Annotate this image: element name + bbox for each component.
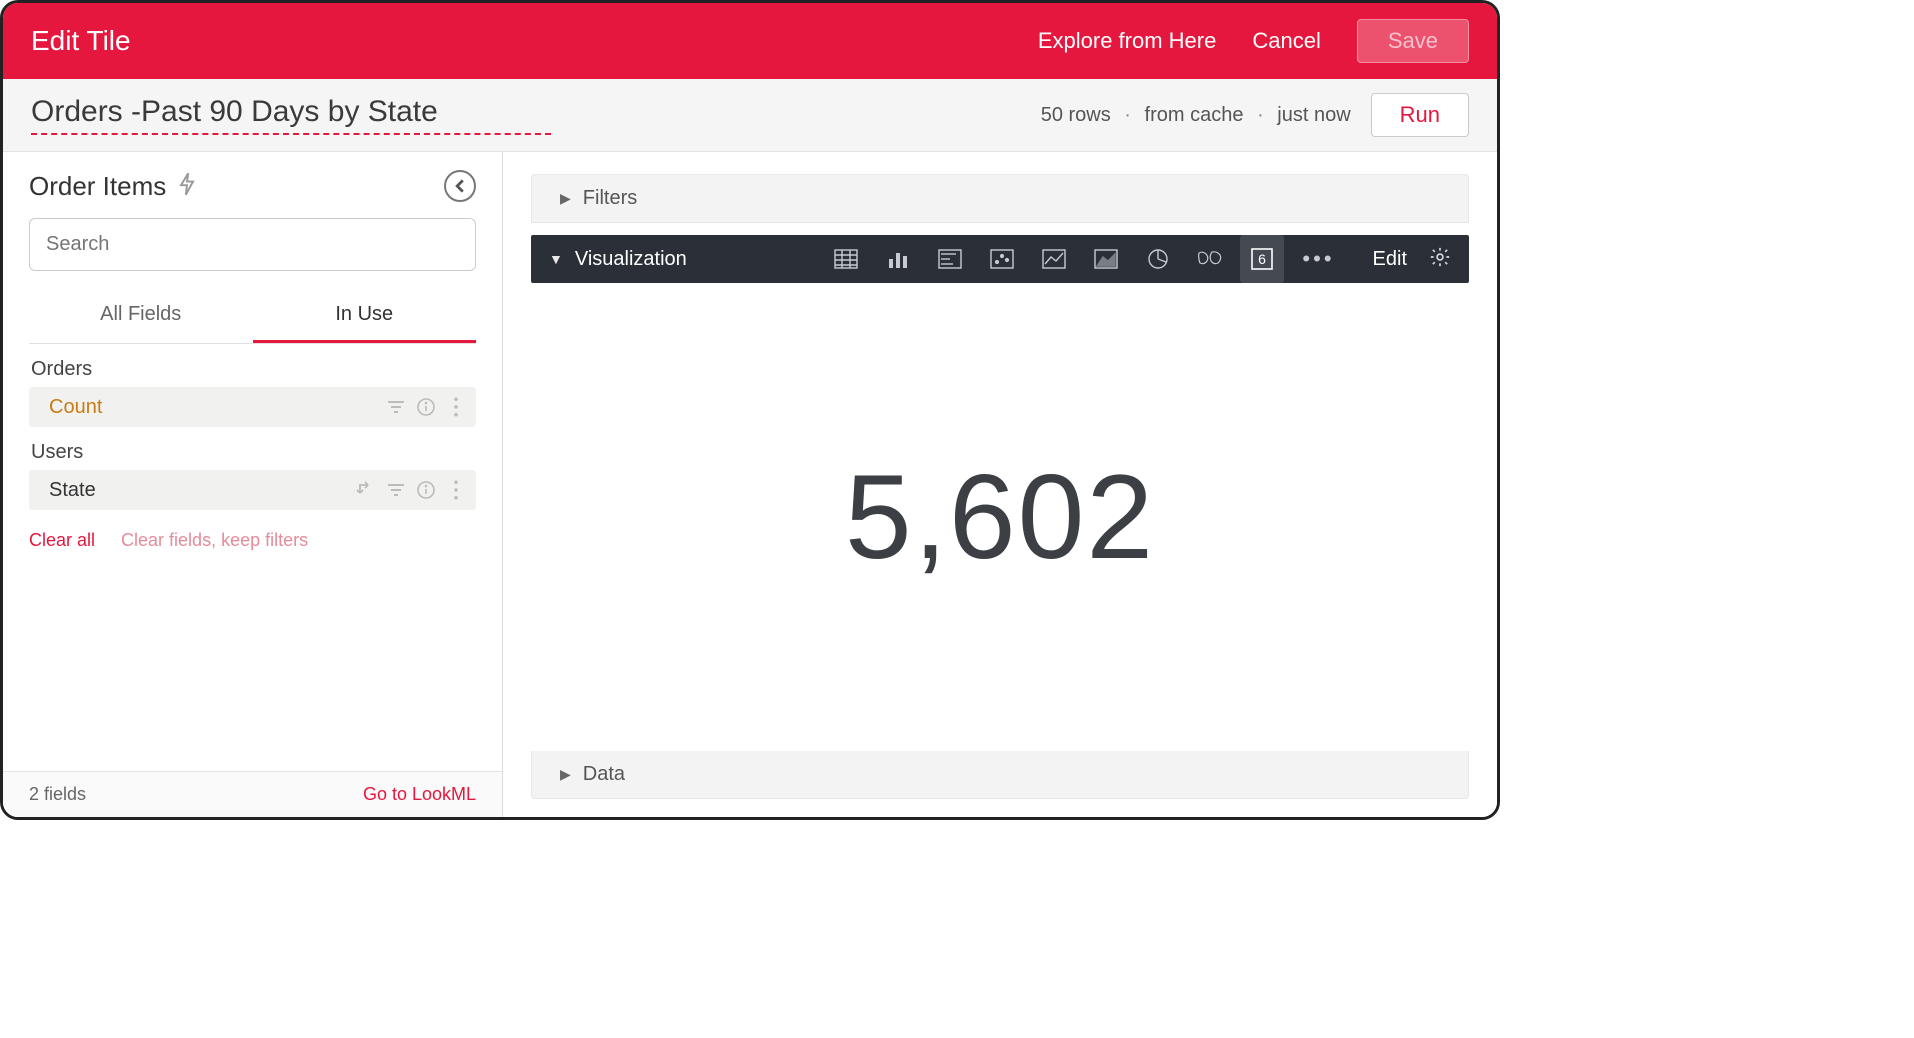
field-row[interactable]: State	[29, 470, 476, 510]
tile-editor: Edit Tile Explore from Here Cancel Save …	[0, 0, 1500, 820]
cancel-button[interactable]: Cancel	[1252, 28, 1320, 54]
field-count: 2 fields	[29, 784, 86, 805]
viz-type-area-icon[interactable]	[1084, 235, 1128, 283]
pivot-icon[interactable]	[352, 476, 380, 504]
top-bar: Edit Tile Explore from Here Cancel Save	[3, 3, 1497, 79]
visualization-canvas: 5,602	[531, 283, 1469, 751]
viz-type-more-icon[interactable]: •••	[1292, 246, 1344, 272]
tile-name-input[interactable]: Orders -Past 90 Days by State	[31, 95, 551, 135]
save-button[interactable]: Save	[1357, 19, 1469, 63]
viz-type-column-icon[interactable]	[876, 235, 920, 283]
data-label: Data	[583, 763, 625, 786]
viz-type-map-icon[interactable]	[1188, 235, 1232, 283]
tile-header: Orders -Past 90 Days by State 50 rows · …	[3, 79, 1497, 152]
explore-name: Order Items	[29, 171, 166, 202]
visualization-label[interactable]: Visualization	[575, 248, 687, 271]
field-row[interactable]: Count	[29, 387, 476, 427]
caret-right-icon: ▶	[560, 190, 571, 207]
info-icon[interactable]	[412, 476, 440, 504]
row-count: 50 rows	[1041, 104, 1111, 126]
query-status: 50 rows · from cache · just now	[1041, 104, 1351, 127]
page-title: Edit Tile	[31, 25, 131, 57]
viz-settings-icon[interactable]	[1429, 246, 1451, 273]
tab-all-fields[interactable]: All Fields	[29, 293, 253, 343]
single-value: 5,602	[845, 448, 1155, 586]
viz-type-single-value-icon[interactable]: 6	[1240, 235, 1284, 283]
sidebar-footer: 2 fields Go to LookML	[3, 771, 502, 817]
field-group-label: Orders	[31, 358, 476, 381]
run-button[interactable]: Run	[1371, 93, 1469, 137]
field-search-input[interactable]	[29, 218, 476, 271]
caret-right-icon: ▶	[560, 766, 571, 783]
more-icon[interactable]	[442, 393, 470, 421]
field-name: State	[49, 479, 350, 502]
collapse-sidebar-button[interactable]	[444, 170, 476, 202]
caret-down-icon: ▼	[549, 251, 563, 267]
viz-type-pie-icon[interactable]	[1136, 235, 1180, 283]
viz-type-bar-icon[interactable]	[928, 235, 972, 283]
viz-type-table-icon[interactable]	[824, 235, 868, 283]
info-icon[interactable]	[412, 393, 440, 421]
tab-in-use[interactable]: In Use	[253, 293, 477, 343]
viz-type-line-icon[interactable]	[1032, 235, 1076, 283]
viz-type-scatter-icon[interactable]	[980, 235, 1024, 283]
clear-all-link[interactable]: Clear all	[29, 530, 95, 551]
quick-start-icon[interactable]	[178, 172, 196, 201]
viz-edit-button[interactable]: Edit	[1373, 248, 1407, 271]
filter-icon[interactable]	[382, 393, 410, 421]
svg-text:6: 6	[1259, 251, 1267, 267]
filters-panel-header[interactable]: ▶ Filters	[531, 174, 1469, 223]
filter-icon[interactable]	[382, 476, 410, 504]
go-to-lookml-link[interactable]: Go to LookML	[363, 784, 476, 805]
clear-fields-keep-filters-link[interactable]: Clear fields, keep filters	[121, 530, 308, 551]
time-status: just now	[1277, 104, 1350, 126]
filters-label: Filters	[583, 187, 637, 210]
visualization-bar: ▼ Visualization	[531, 235, 1469, 283]
more-icon[interactable]	[442, 476, 470, 504]
field-group-label: Users	[31, 441, 476, 464]
field-picker: Order Items All Fields In Use Orders Cou…	[3, 152, 503, 817]
data-panel-header[interactable]: ▶ Data	[531, 751, 1469, 799]
cache-status: from cache	[1145, 104, 1244, 126]
field-name: Count	[49, 396, 380, 419]
explore-from-here-link[interactable]: Explore from Here	[1038, 28, 1217, 54]
